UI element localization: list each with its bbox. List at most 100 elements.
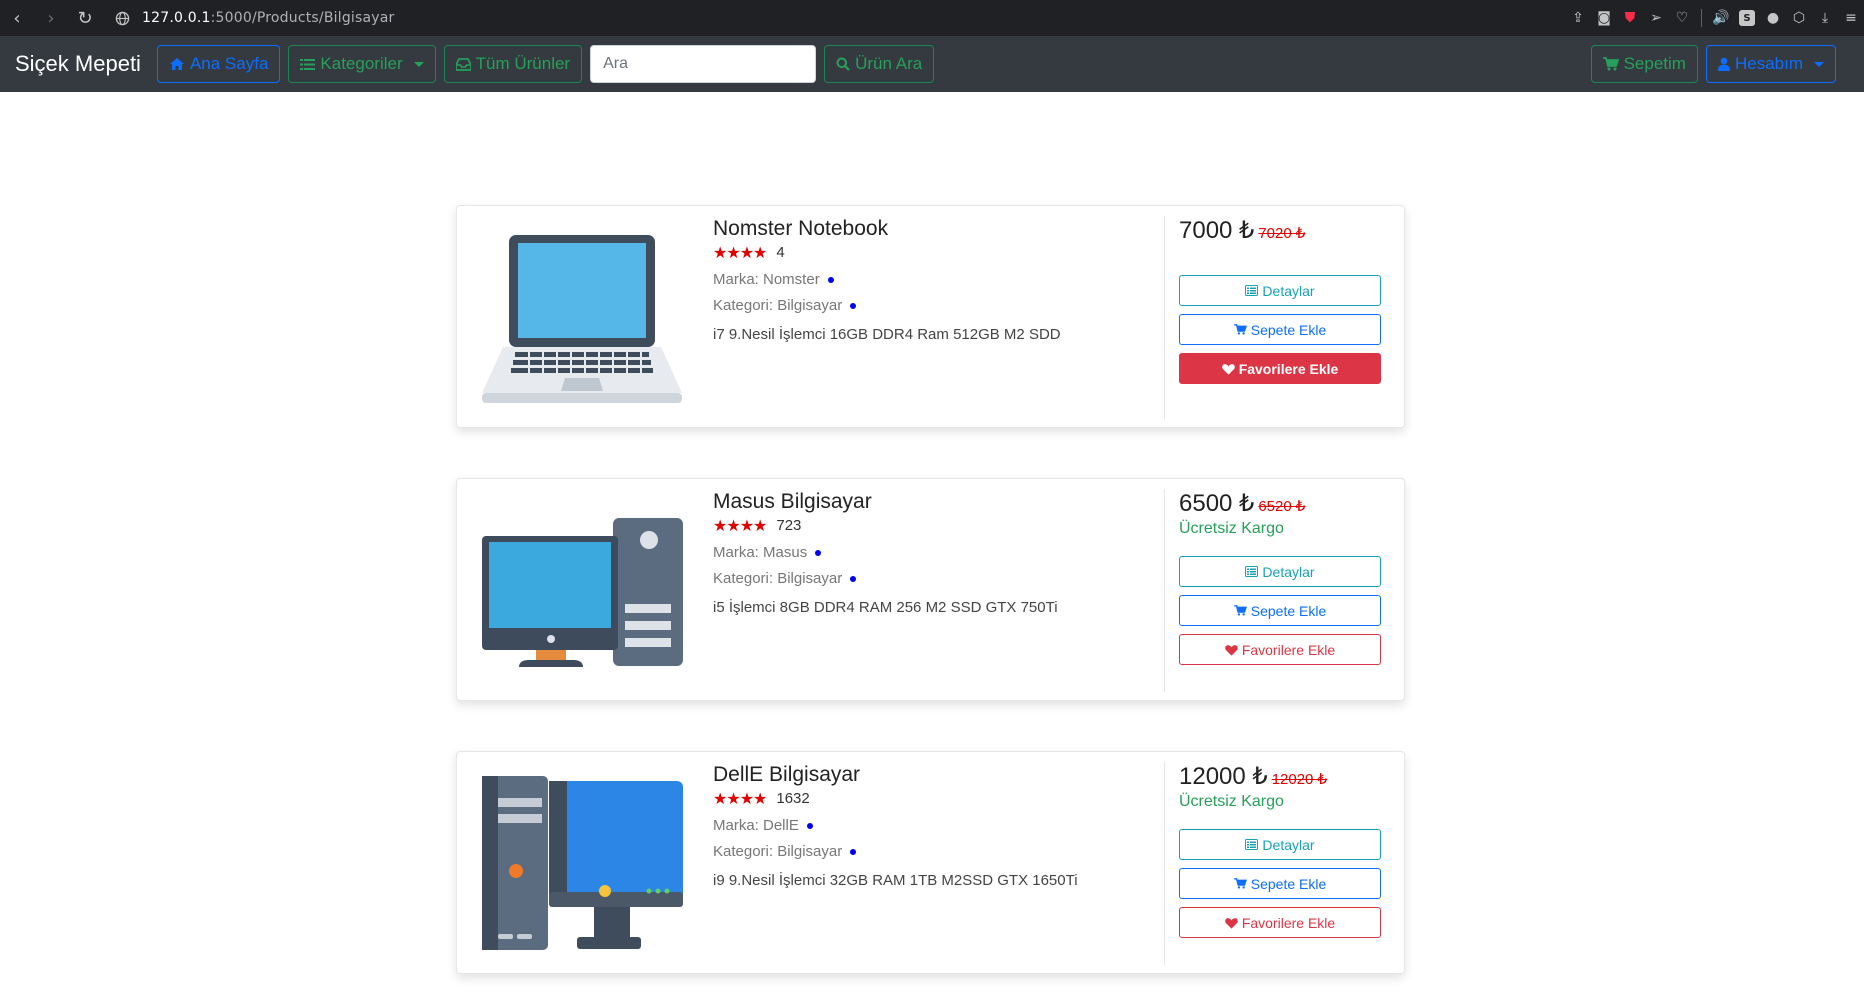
rating-count: 1632 (776, 790, 810, 807)
home-icon (169, 57, 185, 71)
url-host: 127.0.0.1 (142, 10, 211, 26)
product-info: Masus Bilgisayar ★★★★ 723 Marka: Masus K… (713, 489, 1213, 616)
free-shipping-label: Ücretsiz Kargo (1179, 793, 1284, 810)
product-price: 12000 ₺ 12020 ₺ (1179, 762, 1383, 791)
all-products-label: Tüm Ürünler (475, 54, 571, 73)
chevron-down-icon (413, 61, 424, 67)
extension-s-icon[interactable]: S (1734, 0, 1760, 36)
cart-icon (1233, 605, 1247, 616)
add-to-cart-label: Sepete Ekle (1250, 875, 1327, 892)
product-rating: ★★★★ 1632 (713, 789, 1213, 808)
address-bar[interactable]: 127.0.0.1:5000/Products/Bilgisayar (142, 10, 395, 26)
user-icon (1717, 57, 1730, 71)
add-to-cart-label: Sepete Ekle (1250, 602, 1327, 619)
tray-icon (455, 57, 471, 71)
product-price: 7000 ₺ 7020 ₺ (1179, 216, 1383, 245)
url-path: :5000/Products/Bilgisayar (210, 10, 395, 26)
cart-button[interactable]: Sepetim (1590, 45, 1698, 83)
product-rating: ★★★★ 723 (713, 516, 1213, 535)
home-button-label: Ana Sayfa (189, 54, 269, 73)
details-label: Detaylar (1262, 563, 1315, 580)
rating-count: 723 (776, 517, 802, 534)
extension-badge-icon: S (1739, 10, 1755, 26)
home-button[interactable]: Ana Sayfa (156, 45, 281, 83)
product-category: Kategori: Bilgisayar (713, 570, 1213, 587)
categories-dropdown[interactable]: Kategoriler (288, 45, 436, 83)
heart-icon (1225, 917, 1238, 929)
product-name[interactable]: DellE Bilgisayar (713, 762, 1213, 788)
product-rating: ★★★★ 4 (713, 243, 1213, 262)
add-favorite-button[interactable]: Favorilere Ekle (1179, 353, 1381, 384)
navbar-right: Sepetim Hesabım (1590, 36, 1864, 92)
cart-icon (1233, 878, 1247, 889)
main-navbar: Siçek Mepeti Ana Sayfa Kategoriler Tüm Ü… (0, 36, 1864, 92)
add-favorite-button[interactable]: Favorilere Ekle (1179, 907, 1381, 938)
account-dropdown[interactable]: Hesabım (1705, 45, 1836, 83)
toolbar-divider (1701, 9, 1702, 27)
add-favorite-label: Favorilere Ekle (1238, 360, 1339, 377)
forward-icon[interactable]: › (34, 0, 68, 36)
all-products-button[interactable]: Tüm Ürünler (443, 45, 583, 83)
details-label: Detaylar (1262, 836, 1315, 853)
site-info-icon[interactable] (102, 11, 142, 26)
search-input[interactable] (590, 45, 817, 83)
download-icon[interactable]: ⤓ (1812, 0, 1838, 36)
back-icon[interactable]: ‹ (0, 0, 34, 36)
bullet-icon (850, 302, 857, 309)
chevron-down-icon (1814, 61, 1824, 67)
details-button[interactable]: Detaylar (1179, 829, 1381, 860)
tower-pc-icon[interactable] (479, 774, 685, 954)
cart-icon (1233, 324, 1247, 335)
details-button[interactable]: Detaylar (1179, 556, 1381, 587)
laptop-icon[interactable] (479, 228, 685, 408)
product-name[interactable]: Masus Bilgisayar (713, 489, 1213, 515)
browser-extensions: ⇪ ◙ ⛊ ➢ ♡ 🔊 S ● ⬡ ⤓ ≡ (1565, 0, 1864, 36)
account-label: Hesabım (1734, 54, 1803, 73)
add-to-cart-label: Sepete Ekle (1250, 321, 1327, 338)
reload-icon[interactable]: ↻ (68, 0, 102, 36)
desktop-pc-icon[interactable] (479, 501, 685, 681)
bullet-icon (806, 822, 813, 829)
categories-label: Kategoriler (320, 54, 403, 73)
product-actions: 7000 ₺ 7020 ₺ Detaylar Sepete Ekle Favor… (1179, 216, 1383, 384)
product-description: i9 9.Nesil İşlemci 32GB RAM 1TB M2SSD GT… (713, 872, 1078, 889)
star-rating-icon: ★★★★ (713, 516, 767, 535)
cart-icon (1602, 57, 1619, 71)
search-icon (836, 57, 850, 71)
product-name[interactable]: Nomster Notebook (713, 216, 1213, 242)
list-alt-icon (1245, 839, 1259, 850)
old-price: 7020 ₺ (1258, 225, 1306, 242)
send-icon[interactable]: ➢ (1643, 0, 1669, 36)
menu-icon[interactable]: ≡ (1838, 0, 1864, 36)
product-actions: 12000 ₺ 12020 ₺ Ücretsiz Kargo Detaylar … (1179, 762, 1383, 938)
details-button[interactable]: Detaylar (1179, 275, 1381, 306)
brave-shield-icon[interactable]: ⛊ (1617, 0, 1643, 36)
heart-icon[interactable]: ♡ (1669, 0, 1695, 36)
product-description: i7 9.Nesil İşlemci 16GB DDR4 Ram 512GB M… (713, 326, 1061, 343)
add-to-cart-button[interactable]: Sepete Ekle (1179, 868, 1381, 899)
share-icon[interactable]: ⇪ (1565, 0, 1591, 36)
star-rating-icon: ★★★★ (713, 243, 767, 262)
rating-count: 4 (776, 244, 785, 261)
product-category: Kategori: Bilgisayar (713, 297, 1213, 314)
product-card: Masus Bilgisayar ★★★★ 723 Marka: Masus K… (456, 478, 1405, 701)
current-price: 6500 ₺ (1179, 490, 1255, 517)
current-price: 12000 ₺ (1179, 763, 1268, 790)
add-favorite-label: Favorilere Ekle (1241, 914, 1336, 931)
product-brand-text: Marka: Nomster (713, 271, 820, 288)
cube-icon[interactable]: ⬡ (1786, 0, 1812, 36)
product-card: DellE Bilgisayar ★★★★ 1632 Marka: DellE … (456, 751, 1405, 974)
audio-icon[interactable]: 🔊 (1708, 0, 1734, 36)
camera-icon[interactable]: ◙ (1591, 0, 1617, 36)
search-button[interactable]: Ürün Ara (824, 45, 935, 83)
details-label: Detaylar (1262, 282, 1315, 299)
add-to-cart-button[interactable]: Sepete Ekle (1179, 314, 1381, 345)
heart-icon (1221, 363, 1235, 375)
add-to-cart-button[interactable]: Sepete Ekle (1179, 595, 1381, 626)
product-category-text: Kategori: Bilgisayar (713, 570, 843, 587)
product-info: Nomster Notebook ★★★★ 4 Marka: Nomster K… (713, 216, 1213, 343)
add-favorite-button[interactable]: Favorilere Ekle (1179, 634, 1381, 665)
profile-circle-icon[interactable]: ● (1760, 0, 1786, 36)
brand-logo[interactable]: Siçek Mepeti (15, 51, 141, 77)
list-icon (300, 58, 316, 71)
